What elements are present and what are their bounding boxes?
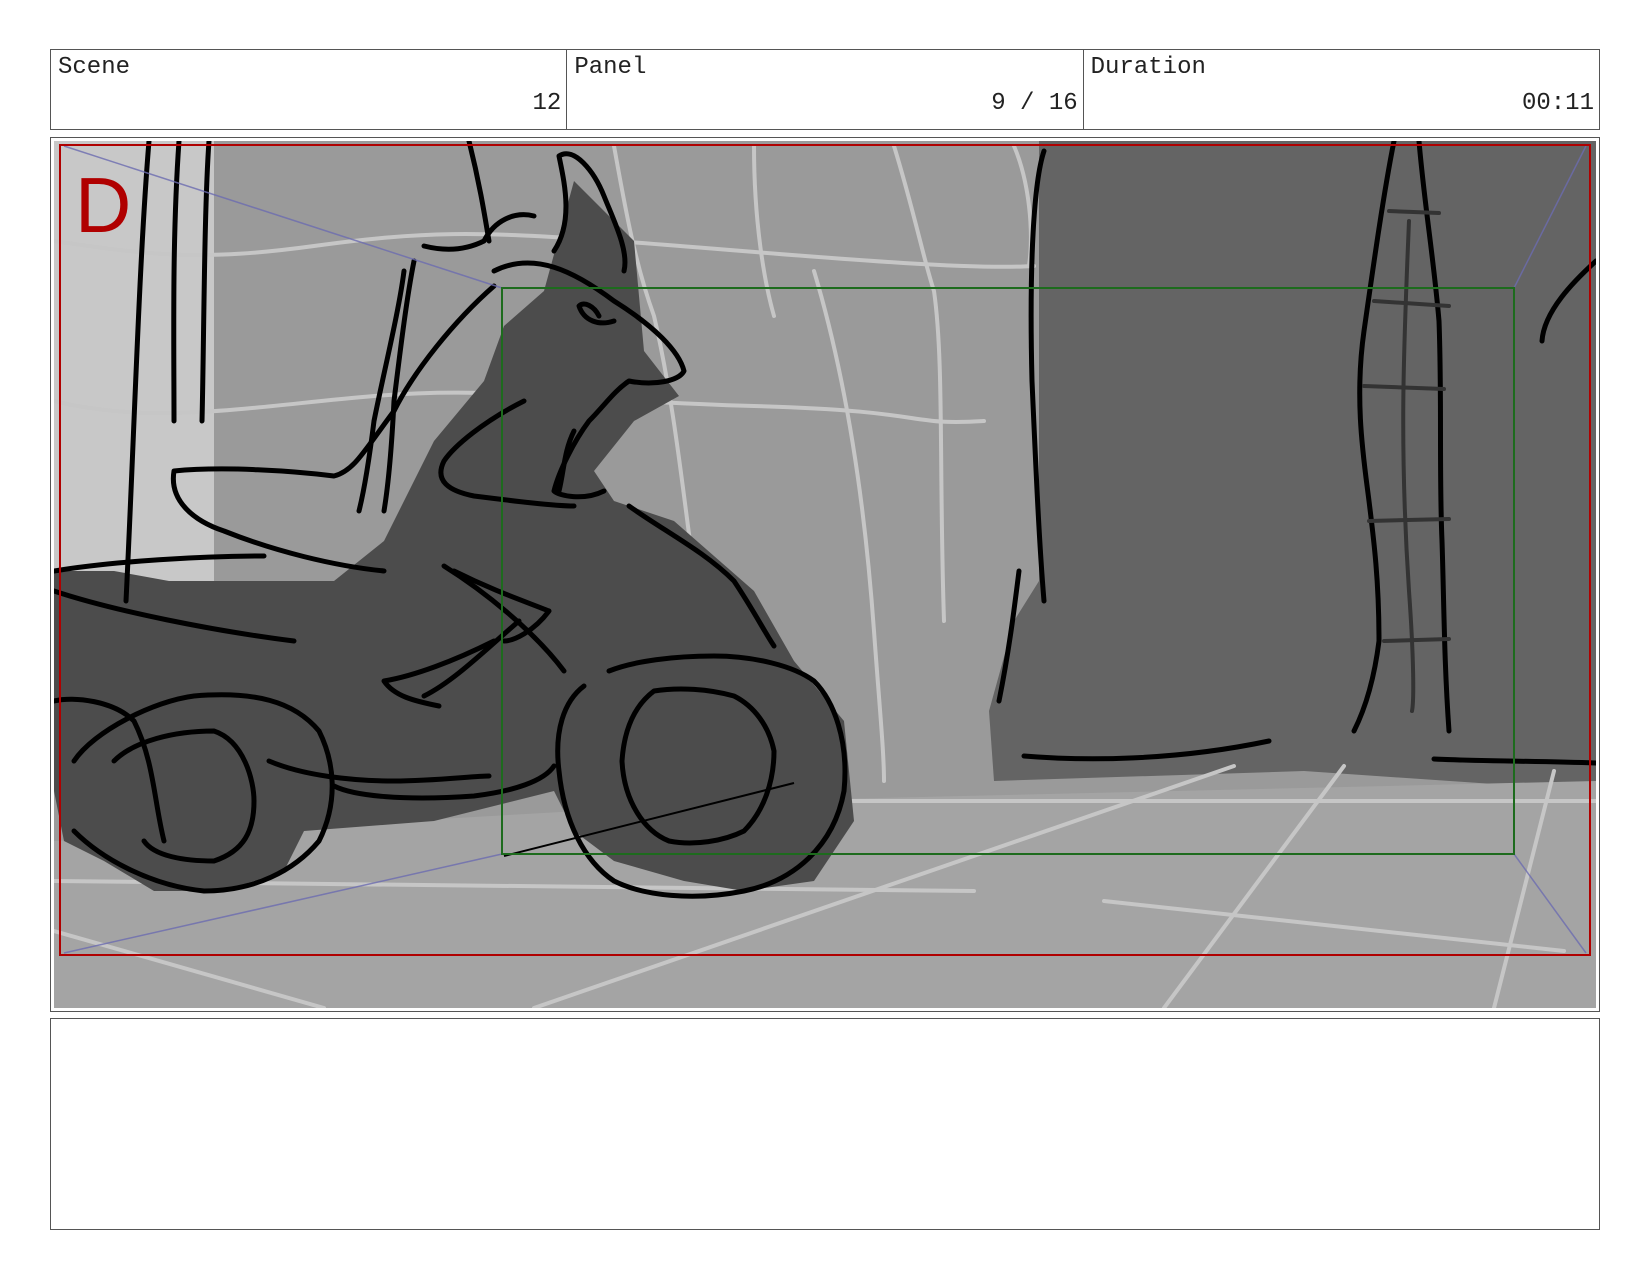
storyboard-frame: D	[50, 137, 1600, 1012]
panel-cell: Panel 9 / 16	[567, 50, 1084, 129]
panel-label: Panel	[574, 54, 647, 81]
storyboard-sketch	[54, 141, 1596, 1008]
panel-letter: D	[75, 161, 132, 249]
notes-box[interactable]	[50, 1018, 1600, 1230]
scene-label: Scene	[58, 54, 131, 81]
duration-label: Duration	[1090, 54, 1206, 81]
panel-value: 9 / 16	[991, 90, 1078, 117]
panel-header: Scene 12 Panel 9 / 16 Duration 00:11	[50, 49, 1600, 130]
duration-value: 00:11	[1521, 90, 1594, 117]
duration-cell: Duration 00:11	[1084, 50, 1599, 129]
dark-building	[989, 141, 1596, 791]
scene-cell: Scene 12	[51, 50, 568, 129]
scene-value: 12	[532, 90, 562, 117]
